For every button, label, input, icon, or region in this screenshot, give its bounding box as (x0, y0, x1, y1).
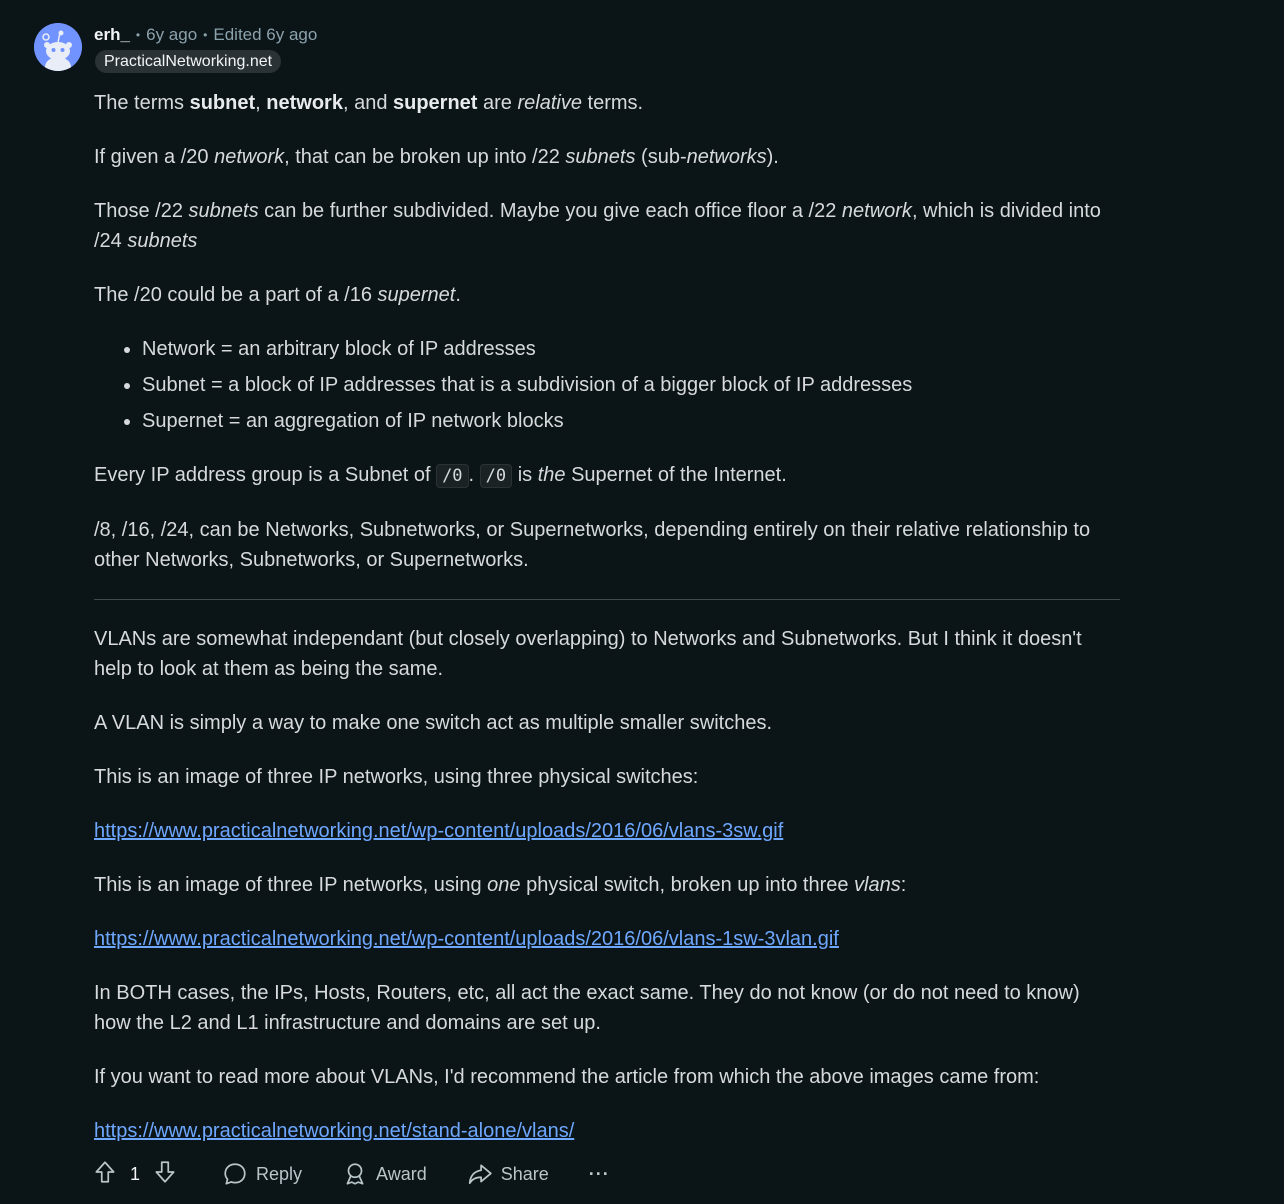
paragraph: If given a /20 network, that can be brok… (94, 146, 779, 168)
arrow-down-icon (155, 1160, 175, 1183)
arrow-up-icon (95, 1160, 115, 1183)
paragraph: This is an image of three IP networks, u… (94, 874, 907, 896)
paragraph: Those /22 subnets can be further subdivi… (94, 200, 1101, 252)
paragraph: VLANs are somewhat independant (but clos… (94, 628, 1082, 680)
author-name[interactable]: erh_ (94, 25, 130, 45)
paragraph: https://www.practicalnetworking.net/wp-c… (94, 816, 1120, 846)
inline-code: /0 (436, 464, 469, 488)
paragraph: A VLAN is simply a way to make one switc… (94, 712, 773, 734)
user-flair: PracticalNetworking.net (95, 50, 282, 73)
share-arrow-icon (468, 1164, 492, 1185)
link-vlans-1sw-3vlan[interactable]: https://www.practicalnetworking.net/wp-c… (94, 928, 839, 950)
award-label: Award (376, 1163, 427, 1184)
paragraph: /8, /16, /24, can be Networks, Subnetwor… (94, 519, 1091, 571)
speech-bubble-icon (224, 1163, 246, 1185)
edited-label: Edited 6y ago (213, 25, 318, 44)
reply-button[interactable]: Reply (222, 1161, 302, 1187)
comment-age[interactable]: 6y ago (146, 25, 197, 45)
paragraph: https://www.practicalnetworking.net/wp-c… (94, 924, 1120, 954)
paragraph: https://www.practicalnetworking.net/stan… (94, 1116, 1120, 1146)
vote-control: 1 (92, 1159, 178, 1190)
paragraph: The terms subnet, network, and supernet … (94, 92, 644, 114)
comment-body: The terms subnet, network, and supernet … (94, 88, 1120, 1170)
list-item: Network = an arbitrary block of IP addre… (142, 334, 1120, 364)
comment: erh_ • 6y ago • Edited 6y ago PracticalN… (0, 0, 1284, 1204)
separator-dot: • (203, 28, 208, 42)
paragraph: Every IP address group is a Subnet of /0… (94, 464, 787, 488)
separator-dot: • (135, 28, 141, 42)
upvote-button[interactable] (92, 1159, 118, 1190)
award-button[interactable]: Award (342, 1161, 427, 1187)
avatar[interactable] (34, 23, 82, 71)
paragraph: This is an image of three IP networks, u… (94, 766, 699, 788)
list-item: Subnet = a block of IP addresses that is… (142, 370, 1120, 400)
downvote-button[interactable] (152, 1159, 178, 1190)
comment-meta: erh_ • 6y ago • Edited 6y ago (94, 24, 317, 46)
share-label: Share (500, 1163, 549, 1184)
share-button[interactable]: Share (467, 1161, 549, 1187)
list-item: Supernet = an aggregation of IP network … (142, 406, 1120, 436)
comment-actions: 1 Reply Award Share ··· (92, 1156, 650, 1192)
link-vlans-article[interactable]: https://www.practicalnetworking.net/stan… (94, 1120, 574, 1142)
vote-count: 1 (130, 1163, 141, 1184)
definition-list: Network = an arbitrary block of IP addre… (94, 334, 1120, 436)
link-vlans-3sw[interactable]: https://www.practicalnetworking.net/wp-c… (94, 820, 783, 842)
award-ribbon-icon (346, 1163, 364, 1185)
inline-code: /0 (479, 464, 513, 488)
more-options-button[interactable]: ··· (589, 1164, 610, 1185)
snoo-avatar-icon (34, 23, 82, 71)
paragraph: In BOTH cases, the IPs, Hosts, Routers, … (94, 982, 1080, 1034)
paragraph: The /20 could be a part of a /16 superne… (94, 284, 461, 306)
reply-label: Reply (256, 1163, 303, 1184)
horizontal-rule (94, 599, 1120, 600)
paragraph: If you want to read more about VLANs, I'… (94, 1066, 1040, 1088)
